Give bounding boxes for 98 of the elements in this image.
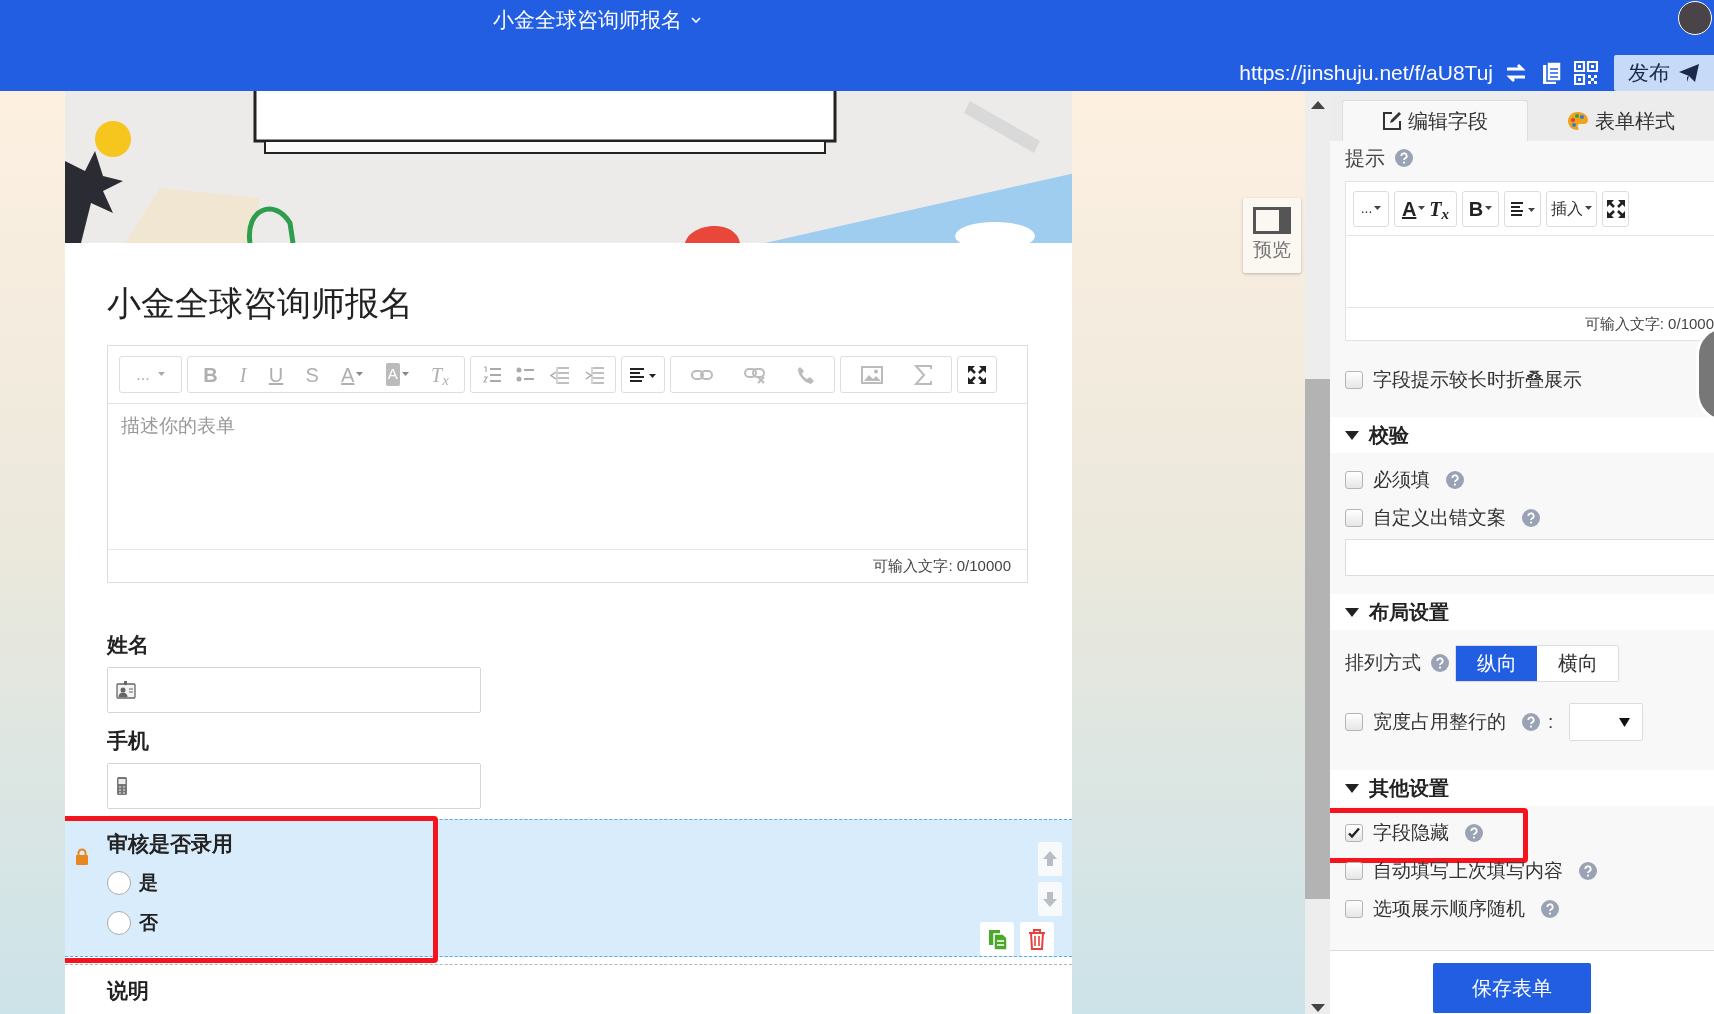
scrollbar-thumb[interactable]	[1305, 379, 1330, 899]
numbered-list-icon[interactable]	[482, 365, 501, 384]
link-icon[interactable]	[690, 367, 713, 382]
input-field[interactable]	[107, 667, 481, 713]
checkbox[interactable]	[1345, 713, 1363, 731]
caret-icon	[1585, 206, 1592, 211]
checkbox-label: 必须填	[1373, 467, 1430, 492]
colon-label: :	[1548, 709, 1554, 734]
move-up-icon[interactable]	[1038, 842, 1062, 876]
form-title-menu[interactable]: 小金全球咨询师报名	[493, 4, 702, 36]
help-icon[interactable]	[1579, 862, 1597, 880]
radio-button[interactable]	[107, 911, 131, 935]
checkbox-label: 字段隐藏	[1373, 820, 1449, 845]
fullscreen-icon[interactable]	[967, 364, 987, 385]
triangle-down-icon	[1345, 607, 1359, 617]
setting-label: 提示	[1345, 146, 1385, 171]
triangle-down-icon	[1345, 783, 1359, 793]
caret-icon	[356, 372, 364, 377]
checkbox[interactable]	[1345, 371, 1363, 389]
rich-text-editor[interactable]: ... A T$_{x}$ B 插入 可输入文字: 0/1000	[1345, 181, 1714, 341]
rich-text-editor[interactable]: ... B I U S A A T$_{x}$ 描述你的表单 可输入文字: 0/10000	[107, 345, 1028, 583]
indent-icon[interactable]	[583, 365, 604, 384]
palette-icon	[1567, 110, 1589, 131]
setting-label: 排列方式	[1345, 650, 1421, 675]
scroll-up-icon[interactable]	[1310, 101, 1325, 109]
tab[interactable]: 表单样式	[1528, 100, 1714, 141]
radio-button[interactable]	[107, 871, 131, 895]
checkbox-label: 宽度占用整行的	[1373, 709, 1506, 734]
form-url[interactable]: https://jinshuju.net/f/aU8Tuj	[1239, 57, 1493, 89]
avatar[interactable]	[1678, 1, 1712, 35]
chevron-down-icon	[690, 15, 702, 24]
formula-icon[interactable]	[913, 364, 932, 385]
publish-button[interactable]: 发布	[1614, 55, 1714, 91]
checkbox-label: 自定义出错文案	[1373, 505, 1506, 530]
tab[interactable]: 编辑字段	[1342, 100, 1528, 141]
help-icon[interactable]	[1541, 900, 1559, 918]
help-icon[interactable]	[1522, 509, 1540, 527]
help-icon[interactable]	[1465, 824, 1483, 842]
caret-icon	[157, 372, 165, 377]
fullscreen-icon[interactable]	[1605, 198, 1626, 219]
character-counter: 可输入文字: 0/10000	[873, 555, 1011, 576]
preview-button[interactable]: 预览	[1243, 198, 1301, 273]
field-label: 手机	[107, 728, 149, 754]
option-label: 是	[139, 870, 158, 895]
unlink-icon[interactable]	[743, 365, 766, 384]
section-header[interactable]: 校验	[1330, 417, 1714, 453]
move-down-icon[interactable]	[1038, 882, 1062, 916]
paper-plane-icon	[1678, 63, 1700, 83]
caret-icon	[1485, 206, 1493, 211]
triangle-down-icon	[1345, 430, 1359, 440]
bullet-list-icon[interactable]	[515, 365, 534, 384]
edit-icon	[1382, 111, 1402, 131]
field-label: 审核是否录用	[107, 831, 233, 857]
checkbox-label: 字段提示较长时折叠展示	[1373, 367, 1582, 392]
format-button[interactable]: T$_{x}$	[1429, 193, 1450, 224]
help-icon[interactable]	[1522, 713, 1540, 731]
image-icon[interactable]	[860, 365, 883, 384]
qr-code-icon[interactable]	[1574, 61, 1598, 85]
copy-icon[interactable]	[1542, 61, 1562, 85]
checkbox-label: 选项展示顺序随机	[1373, 896, 1525, 921]
trash-icon[interactable]	[1020, 922, 1054, 956]
input-field[interactable]	[107, 763, 481, 809]
outdent-icon[interactable]	[548, 365, 569, 384]
caret-icon	[1374, 206, 1382, 211]
phone-icon[interactable]	[796, 365, 815, 384]
duplicate-icon[interactable]	[980, 922, 1014, 956]
window-icon	[1253, 206, 1291, 234]
swap-icon[interactable]	[1505, 62, 1527, 84]
checkbox[interactable]	[1345, 862, 1363, 880]
scroll-down-icon[interactable]	[1310, 1004, 1325, 1012]
width-select[interactable]	[1569, 703, 1644, 741]
contact-card-icon	[116, 681, 136, 699]
character-counter: 可输入文字: 0/1000	[1584, 313, 1714, 334]
checkbox-label: 自动填写上次填写内容	[1373, 858, 1563, 883]
align-menu-icon[interactable]	[629, 365, 657, 384]
checkbox[interactable]	[1345, 471, 1363, 489]
checkbox[interactable]	[1345, 900, 1363, 918]
save-button[interactable]: 保存表单	[1433, 963, 1591, 1013]
dropdown-arrow-icon	[1619, 717, 1631, 727]
description-field[interactable]: 描述你的表单	[108, 404, 1027, 550]
mobile-phone-icon	[116, 776, 128, 796]
caret-icon	[401, 372, 409, 377]
section-header[interactable]: 布局设置	[1330, 594, 1714, 630]
option-label: 否	[139, 910, 158, 935]
field-label: 说明	[107, 978, 149, 1004]
format-button[interactable]: A	[1401, 193, 1426, 224]
align-menu-icon[interactable]	[1509, 200, 1536, 217]
caret-icon	[1418, 206, 1426, 211]
help-icon[interactable]	[1395, 149, 1413, 167]
help-icon[interactable]	[1431, 654, 1449, 672]
section-header[interactable]: 其他设置	[1330, 770, 1714, 806]
help-icon[interactable]	[1446, 471, 1464, 489]
checkbox[interactable]	[1345, 824, 1363, 842]
field-label: 姓名	[107, 632, 149, 658]
form-title: 小金全球咨询师报名	[107, 283, 414, 324]
checkbox[interactable]	[1345, 509, 1363, 527]
segment-option[interactable]: 纵向	[1456, 645, 1537, 681]
error-message-field[interactable]	[1345, 539, 1714, 576]
